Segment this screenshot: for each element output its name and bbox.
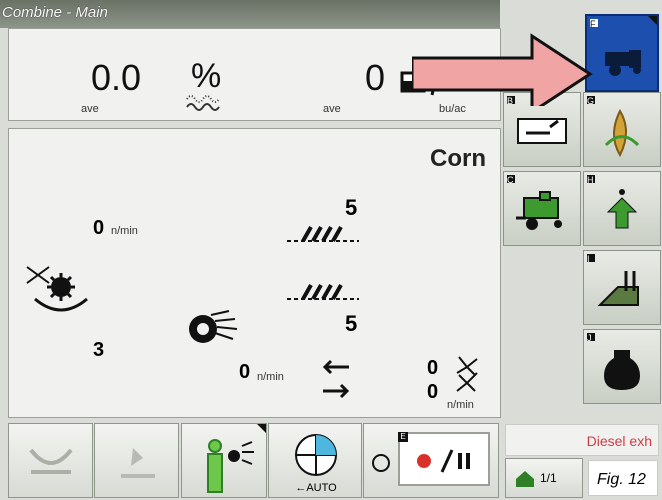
softkey-i-label: I [587, 254, 595, 264]
softkey-c[interactable]: C [503, 171, 581, 246]
fan-speed-value: 0 [239, 361, 251, 383]
upper-blade-icon [287, 226, 359, 242]
figure-label: Fig. 12 [597, 471, 646, 488]
fan-icon [189, 310, 238, 343]
crosshair-icon [295, 434, 337, 476]
info-button[interactable] [181, 423, 267, 498]
yield-value: 0 [365, 57, 386, 98]
diesel-label: Diesel exh [586, 433, 652, 449]
softkey-c-label: C [507, 175, 515, 185]
page-title: Combine - Main [2, 4, 108, 21]
page-button[interactable]: 1/1 [505, 458, 583, 498]
combine-main-screen: Combine - Main 0.0 % ave 0 ave bu/ac Cor… [0, 0, 662, 500]
info-button-corner [257, 424, 266, 433]
bottom-button-2[interactable] [94, 423, 179, 498]
left-speed-value: 0 [93, 217, 105, 239]
combine-blue-icon [605, 50, 641, 76]
softkey-f-corner [648, 16, 657, 25]
left-speed-unit: n/min [111, 225, 138, 237]
fan-speed-unit: n/min [257, 371, 284, 383]
moisture-wave-icon [186, 95, 220, 111]
record-pause-label: E [398, 432, 408, 442]
softkey-j-label: J [587, 333, 595, 343]
yield-average-label: ave [323, 103, 341, 115]
record-pause-icon [417, 449, 470, 473]
combine-side-icon [516, 191, 562, 230]
right-top-value: 0 [427, 357, 439, 379]
direction-arrows-icon [322, 359, 350, 399]
softkey-i[interactable]: I [583, 250, 661, 325]
record-pause-button[interactable]: E [363, 423, 499, 498]
record-indicator-circle [372, 454, 390, 472]
header-machine-icon [597, 271, 639, 306]
moisture-average-label: ave [81, 103, 99, 115]
rotor-speed-icon [26, 266, 88, 312]
lower-blade-icon [287, 284, 359, 300]
green-up-arrow-icon [606, 189, 638, 229]
figure-label-box: Fig. 12 [588, 460, 658, 496]
main-display-panel: Corn 0 n/min 3 5 5 0 n/min 0 0 n/min [8, 128, 501, 418]
softkey-j[interactable]: J [583, 329, 661, 404]
unload-icon [121, 448, 155, 478]
service-wrench-icon [517, 118, 567, 144]
info-icon [207, 439, 254, 493]
tank-outline-icon [604, 350, 640, 390]
record-pause-panel: E [398, 432, 490, 486]
page-indicator: 1/1 [540, 471, 557, 485]
softkey-h-label: H [587, 175, 595, 185]
auto-button[interactable]: ←AUTO [268, 423, 362, 498]
corn-crop-icon [604, 108, 640, 158]
moisture-value: 0.0 [91, 57, 142, 98]
chopper-icon [456, 356, 478, 392]
home-icon [516, 471, 534, 487]
highlight-arrow-icon [412, 33, 593, 106]
lower-setting-value: 5 [345, 311, 358, 336]
right-bottom-value: 0 [427, 381, 439, 403]
softkey-h[interactable]: H [583, 171, 661, 246]
right-unit: n/min [447, 399, 474, 411]
left-count-value: 3 [93, 339, 105, 361]
crop-name: Corn [430, 145, 486, 172]
bottom-button-1[interactable] [8, 423, 93, 498]
bucket-icon [29, 448, 73, 474]
auto-left-arrow-icon: ← [295, 482, 307, 494]
auto-label: ←AUTO [269, 482, 363, 494]
auto-label-text: AUTO [306, 482, 337, 494]
diesel-status: Diesel exh [505, 424, 659, 456]
